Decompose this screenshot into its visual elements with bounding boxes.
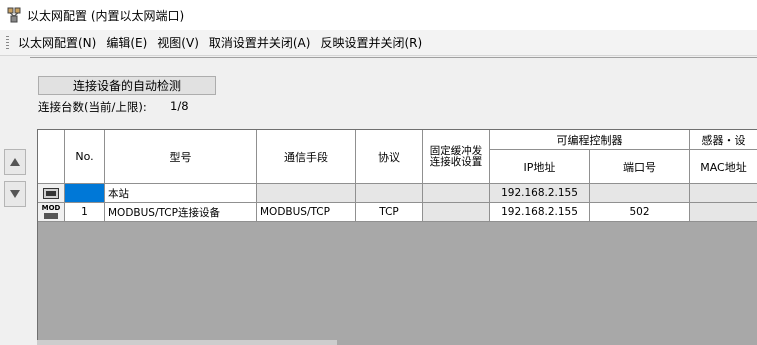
table-cell-protocol[interactable]	[356, 184, 423, 203]
row-icon	[38, 184, 65, 203]
menu-ethernet-config[interactable]: 以太网配置(N)	[13, 34, 101, 51]
table-cell-port[interactable]: 502	[590, 203, 690, 222]
header-no[interactable]: No.	[65, 130, 105, 184]
header-mac[interactable]: MAC地址	[690, 150, 757, 184]
horizontal-scrollbar[interactable]	[37, 340, 337, 345]
header-port[interactable]: 端口号	[590, 150, 690, 184]
table-cell-model[interactable]: 本站	[105, 184, 257, 203]
connection-count-label: 连接台数(当前/上限):	[38, 100, 147, 114]
divider	[30, 57, 757, 58]
menu-edit[interactable]: 编辑(E)	[101, 34, 152, 51]
table-cell-model[interactable]: MODBUS/TCP连接设备	[105, 203, 257, 222]
header-plc-group: 可编程控制器	[490, 130, 690, 150]
table-cell-fixed-buffer[interactable]	[423, 184, 490, 203]
station-icon	[43, 187, 59, 199]
table-cell-mac[interactable]	[690, 184, 757, 203]
table-cell-fixed-buffer[interactable]	[423, 203, 490, 222]
header-fixed-buffer[interactable]: 固定缓冲发 连接收设置	[423, 130, 490, 184]
table-cell-mac[interactable]	[690, 203, 757, 222]
header-model[interactable]: 型号	[105, 130, 257, 184]
menu-cancel-and-close[interactable]: 取消设置并关闭(A)	[204, 34, 316, 51]
table-cell-ip[interactable]: 192.168.2.155	[490, 184, 590, 203]
move-up-button[interactable]	[4, 149, 26, 175]
table-cell-comm[interactable]	[257, 184, 356, 203]
table-cell-comm[interactable]: MODBUS/TCP	[257, 203, 356, 222]
main-panel: 连接设备的自动检测 连接台数(当前/上限): 1/8 No. 型号 通信手段 协…	[0, 57, 757, 345]
toolbar-grip[interactable]	[6, 35, 9, 50]
table-cell-protocol[interactable]: TCP	[356, 203, 423, 222]
window-title: 以太网配置 (内置以太网端口)	[27, 8, 185, 23]
header-protocol[interactable]: 协议	[356, 130, 423, 184]
table-cell-ip[interactable]: 192.168.2.155	[490, 203, 590, 222]
header-comm[interactable]: 通信手段	[257, 130, 356, 184]
title-bar: 以太网配置 (内置以太网端口)	[0, 0, 757, 30]
connection-count-value: 1/8	[170, 99, 189, 113]
row-icon: MOD	[38, 203, 65, 222]
device-table: No. 型号 通信手段 协议 固定缓冲发 连接收设置 可编程控制器 感器・设 I…	[37, 129, 757, 345]
arrow-up-icon	[10, 158, 20, 166]
auto-detect-button[interactable]: 连接设备的自动检测	[38, 76, 216, 95]
move-down-button[interactable]	[4, 181, 26, 207]
menu-bar: 以太网配置(N) 编辑(E) 视图(V) 取消设置并关闭(A) 反映设置并关闭(…	[0, 30, 757, 56]
header-sensor-group: 感器・设	[690, 130, 757, 150]
arrow-down-icon	[10, 190, 20, 198]
menu-view[interactable]: 视图(V)	[152, 34, 204, 51]
table-cell-no[interactable]: 1	[65, 203, 105, 222]
header-ip[interactable]: IP地址	[490, 150, 590, 184]
modbus-device-icon: MOD	[41, 204, 61, 219]
menu-apply-and-close[interactable]: 反映设置并关闭(R)	[315, 34, 427, 51]
modbus-icon-label: MOD	[41, 204, 61, 212]
table-cell-no[interactable]	[65, 184, 105, 203]
table-cell-port[interactable]	[590, 184, 690, 203]
network-config-icon	[6, 7, 22, 23]
header-icon-col	[38, 130, 65, 184]
